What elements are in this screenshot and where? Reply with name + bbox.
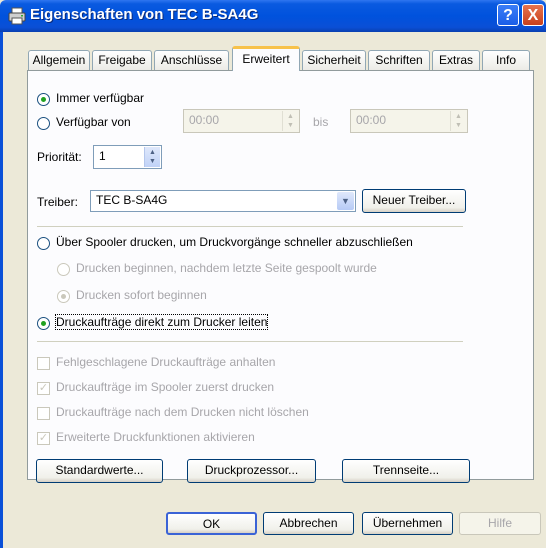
print-immediately-radio[interactable] xyxy=(57,290,70,303)
apply-button[interactable]: Übernehmen xyxy=(362,512,453,535)
always-available-label[interactable]: Immer verfügbar xyxy=(56,91,144,105)
tab-info[interactable]: Info xyxy=(482,50,530,70)
print-processor-button[interactable]: Druckprozessor... xyxy=(187,459,316,483)
spin-down-icon: ▼ xyxy=(455,122,462,129)
hold-mismatched-checkbox[interactable] xyxy=(37,357,50,370)
tab-allgemein[interactable]: Allgemein xyxy=(28,50,90,70)
available-from-radio[interactable] xyxy=(37,117,50,130)
divider xyxy=(37,226,463,227)
spin-up-icon: ▲ xyxy=(287,113,294,120)
title-bar[interactable]: Eigenschaften von TEC B-SA4G ? X xyxy=(0,0,546,32)
keep-printed-label: Druckaufträge nach dem Drucken nicht lös… xyxy=(56,405,309,419)
to-time-spinner[interactable]: ▲ ▼ xyxy=(450,111,466,131)
spin-up-icon: ▲ xyxy=(455,113,462,120)
priority-label: Priorität: xyxy=(37,150,82,164)
priority-field[interactable]: 1 ▲ ▼ xyxy=(93,145,162,169)
window-frame xyxy=(0,32,3,548)
chevron-down-icon[interactable]: ▼ xyxy=(337,192,354,210)
tab-erweitert[interactable]: Erweitert xyxy=(232,46,300,71)
available-from-label[interactable]: Verfügbar von xyxy=(56,115,131,129)
from-time-spinner[interactable]: ▲ ▼ xyxy=(282,111,298,131)
from-time-value: 00:00 xyxy=(189,113,220,127)
print-after-last-page-label: Drucken beginnen, nachdem letzte Seite g… xyxy=(76,261,377,275)
to-time-field[interactable]: 00:00 ▲ ▼ xyxy=(350,109,468,133)
defaults-button[interactable]: Standardwerte... xyxy=(36,459,163,483)
advanced-features-label: Erweiterte Druckfunktionen aktivieren xyxy=(56,430,255,444)
printer-icon xyxy=(8,7,26,25)
driver-value: TEC B-SA4G xyxy=(96,193,168,207)
to-label: bis xyxy=(313,115,329,129)
spool-label[interactable]: Über Spooler drucken, um Druckvorgänge s… xyxy=(56,235,413,249)
keep-printed-checkbox[interactable] xyxy=(37,407,50,420)
spin-down-icon: ▼ xyxy=(287,122,294,129)
help-button[interactable]: Hilfe xyxy=(459,512,541,535)
from-time-field[interactable]: 00:00 ▲ ▼ xyxy=(183,109,300,133)
window-title: Eigenschaften von TEC B-SA4G xyxy=(30,6,259,23)
advanced-features-checkbox[interactable]: ✓ xyxy=(37,432,50,445)
print-direct-label[interactable]: Druckaufträge direkt zum Drucker leiten xyxy=(54,314,269,330)
priority-value: 1 xyxy=(99,149,106,163)
ok-button[interactable]: OK xyxy=(166,512,257,535)
priority-spinner[interactable]: ▲ ▼ xyxy=(144,147,160,167)
to-time-value: 00:00 xyxy=(356,113,387,127)
spin-down-icon: ▼ xyxy=(149,158,156,165)
help-title-button[interactable]: ? xyxy=(497,4,519,26)
spin-up-icon: ▲ xyxy=(149,149,156,156)
tab-freigabe[interactable]: Freigabe xyxy=(92,50,152,70)
print-immediately-label: Drucken sofort beginnen xyxy=(76,288,207,302)
tab-schriften[interactable]: Schriften xyxy=(368,50,430,70)
hold-mismatched-label: Fehlgeschlagene Druckaufträge anhalten xyxy=(56,355,276,369)
spooled-first-checkbox[interactable]: ✓ xyxy=(37,382,50,395)
driver-label: Treiber: xyxy=(37,195,78,209)
always-available-radio[interactable] xyxy=(37,93,50,106)
spool-radio[interactable] xyxy=(37,237,50,250)
close-button[interactable]: X xyxy=(522,4,544,26)
tab-extras[interactable]: Extras xyxy=(432,50,480,70)
separator-page-button[interactable]: Trennseite... xyxy=(342,459,470,483)
spooled-first-label: Druckaufträge im Spooler zuerst drucken xyxy=(56,380,275,394)
tab-sicherheit[interactable]: Sicherheit xyxy=(302,50,366,70)
print-direct-radio[interactable] xyxy=(37,317,50,330)
new-driver-button[interactable]: Neuer Treiber... xyxy=(362,189,466,213)
print-after-last-page-radio[interactable] xyxy=(57,263,70,276)
divider xyxy=(37,341,463,342)
tab-anschluesse[interactable]: Anschlüsse xyxy=(154,50,229,70)
driver-select[interactable]: TEC B-SA4G ▼ xyxy=(90,190,356,212)
cancel-button[interactable]: Abbrechen xyxy=(263,512,354,535)
